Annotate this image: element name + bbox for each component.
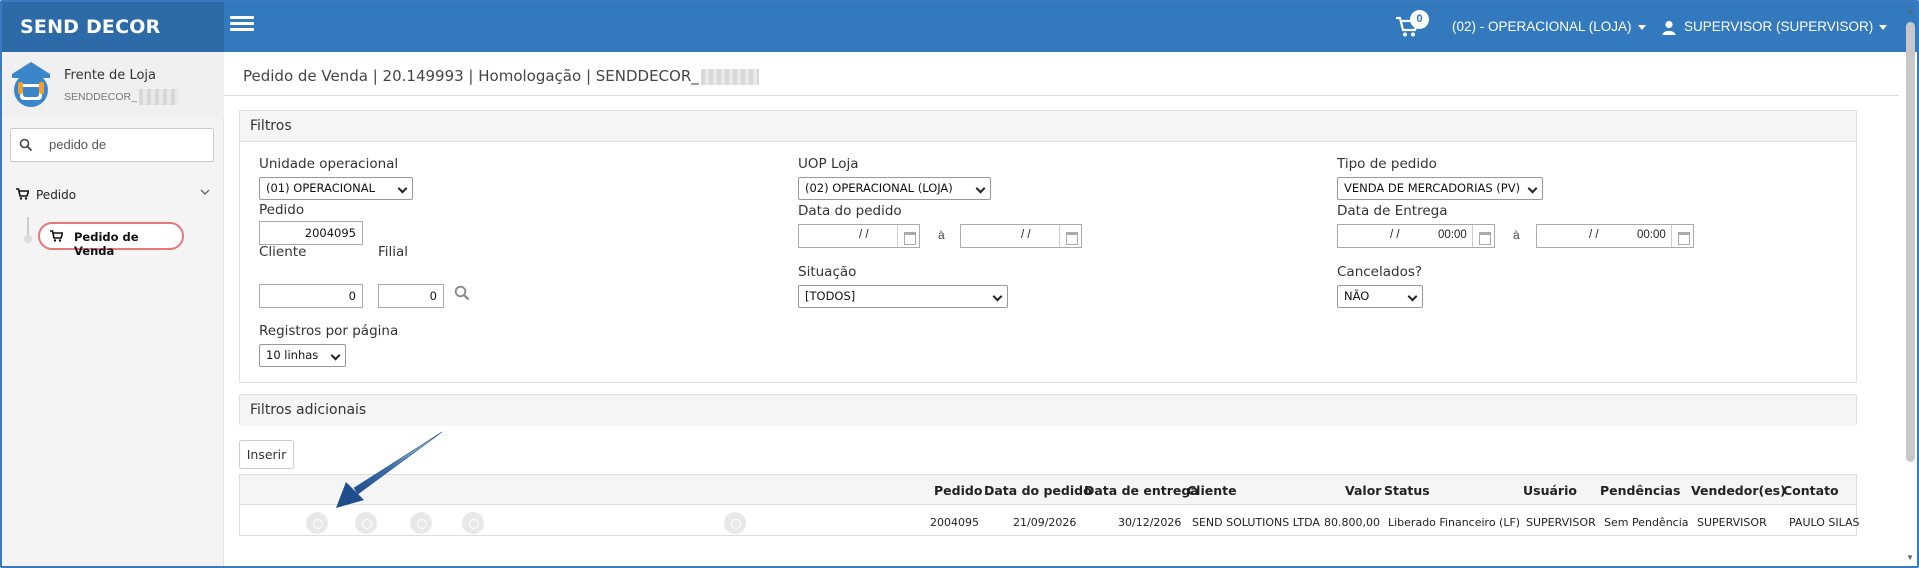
- history-icon[interactable]: [355, 512, 377, 534]
- list-icon[interactable]: [462, 512, 484, 534]
- scroll-down-icon[interactable]: ▼: [1906, 553, 1914, 562]
- menu-toggle-icon[interactable]: [230, 16, 254, 34]
- search-icon: [19, 138, 33, 152]
- caret-down-icon: [1879, 24, 1888, 30]
- view-icon[interactable]: [306, 512, 328, 534]
- app-frame: SEND DECOR 0 (02) - OPERACIONAL (LOJA) S…: [0, 0, 1919, 568]
- cancel-icon[interactable]: [724, 512, 746, 534]
- user-dropdown[interactable]: SUPERVISOR (SUPERVISOR): [1662, 2, 1888, 52]
- cell-status: Liberado Financeiro (LF): [1388, 516, 1521, 529]
- col-header[interactable]: Status: [1384, 483, 1430, 498]
- additional-filters-title: Filtros adicionais: [240, 395, 1856, 426]
- filters-panel: Filtros Unidade operacional (01) OPERACI…: [239, 110, 1857, 383]
- cell-contato: PAULO SILAS: [1789, 516, 1860, 529]
- cliente-label: Cliente: [259, 244, 307, 260]
- uop-loja-label: UOP Loja: [798, 156, 859, 172]
- cell-pedido: 2004095: [930, 516, 979, 529]
- store-profile: Frente de Loja SENDDECOR_: [2, 52, 224, 118]
- breadcrumb: Pedido de Venda | 20.149993 | Homologaçã…: [243, 67, 759, 85]
- col-header[interactable]: Pedido: [934, 483, 982, 498]
- cell-data-entrega: 30/12/2026: [1118, 516, 1182, 529]
- caret-down-icon: [1637, 24, 1646, 30]
- menu-search-box[interactable]: [10, 128, 214, 162]
- top-navbar: 0 (02) - OPERACIONAL (LOJA) SUPERVISOR (…: [224, 2, 1917, 52]
- cart-icon: [16, 188, 29, 200]
- search-icon[interactable]: [454, 285, 470, 301]
- data-entrega-fim[interactable]: / / 00:00: [1536, 224, 1694, 248]
- data-entrega-inicio[interactable]: / / 00:00: [1337, 224, 1495, 248]
- col-header[interactable]: Contato: [1783, 483, 1839, 498]
- tree-node-dot: [24, 235, 32, 243]
- cell-usuario: SUPERVISOR: [1526, 516, 1596, 529]
- page-scrollbar[interactable]: [1906, 22, 1915, 462]
- inserir-button[interactable]: Inserir: [239, 440, 294, 469]
- cancelados-select[interactable]: NÃO: [1337, 285, 1423, 308]
- col-header[interactable]: Data do pedido: [984, 483, 1092, 498]
- range-separator: à: [938, 228, 945, 242]
- calendar-icon[interactable]: [1059, 225, 1081, 247]
- sidebar-item-pedido-de-venda[interactable]: Pedido de Venda: [38, 222, 184, 258]
- annotation-arrow-icon: [336, 431, 443, 508]
- uop-label: (02) - OPERACIONAL (LOJA): [1452, 19, 1632, 34]
- data-pedido-label: Data do pedido: [798, 203, 902, 219]
- filial-input[interactable]: 0: [378, 284, 444, 308]
- cart-count-badge: 0: [1410, 10, 1429, 29]
- sidebar: Frente de Loja SENDDECOR_ Pedido Pedido …: [2, 52, 224, 566]
- calendar-icon[interactable]: [1671, 225, 1693, 247]
- range-separator: à: [1513, 228, 1520, 242]
- registros-label: Registros por página: [259, 323, 399, 339]
- store-avatar-icon: [12, 62, 50, 107]
- unidade-label: Unidade operacional: [259, 156, 399, 172]
- sidebar-group-label: Pedido: [36, 188, 77, 202]
- calendar-icon[interactable]: [897, 225, 919, 247]
- uop-loja-select[interactable]: (02) OPERACIONAL (LOJA): [798, 177, 991, 200]
- table-header: Pedido Data do pedido Data de entrega Cl…: [240, 475, 1856, 505]
- menu-icon[interactable]: [410, 512, 432, 534]
- cell-cliente: SEND SOLUTIONS LTDA: [1192, 516, 1320, 529]
- cart-icon: [50, 230, 63, 242]
- cancelados-label: Cancelados?: [1337, 264, 1423, 280]
- store-title: Frente de Loja: [64, 68, 156, 83]
- calendar-icon[interactable]: [1472, 225, 1494, 247]
- situacao-select[interactable]: [TODOS]: [798, 285, 1008, 308]
- data-pedido-inicio[interactable]: / /: [798, 224, 920, 248]
- divider: [224, 95, 1899, 96]
- col-header[interactable]: Vendedor(es): [1691, 483, 1786, 498]
- pedido-label: Pedido: [259, 202, 305, 218]
- additional-filters-panel[interactable]: Filtros adicionais: [239, 394, 1857, 426]
- filial-label: Filial: [378, 244, 409, 260]
- menu-search-input[interactable]: [49, 137, 199, 152]
- unidade-select[interactable]: (01) OPERACIONAL: [259, 177, 413, 200]
- cell-data-pedido: 21/09/2026: [1013, 516, 1077, 529]
- col-header[interactable]: Pendências: [1600, 483, 1680, 498]
- col-header[interactable]: Data de entrega: [1084, 483, 1199, 498]
- sidebar-item-label: Pedido de Venda: [74, 230, 139, 258]
- store-subtitle: SENDDECOR_: [64, 89, 179, 105]
- data-pedido-fim[interactable]: / /: [960, 224, 1082, 248]
- pedido-input[interactable]: 2004095: [259, 221, 363, 245]
- uop-dropdown[interactable]: (02) - OPERACIONAL (LOJA): [1452, 2, 1646, 52]
- chevron-down-icon[interactable]: [200, 188, 210, 196]
- col-header[interactable]: Cliente: [1187, 483, 1237, 498]
- registros-select[interactable]: 10 linhas: [259, 344, 346, 367]
- scroll-up-icon[interactable]: ▲: [1906, 6, 1914, 15]
- col-header[interactable]: Valor: [1345, 483, 1381, 498]
- cell-pendencias: Sem Pendência: [1604, 516, 1689, 529]
- data-entrega-label: Data de Entrega: [1337, 203, 1448, 219]
- brand-logo[interactable]: SEND DECOR: [2, 2, 224, 52]
- situacao-label: Situação: [798, 264, 857, 280]
- sidebar-group-pedido[interactable]: Pedido: [2, 180, 224, 210]
- tipo-pedido-label: Tipo de pedido: [1337, 156, 1437, 172]
- results-table: Pedido Data do pedido Data de entrega Cl…: [239, 474, 1860, 536]
- user-label: SUPERVISOR (SUPERVISOR): [1684, 19, 1874, 34]
- tipo-pedido-select[interactable]: VENDA DE MERCADORIAS (PV): [1337, 177, 1543, 200]
- filters-title: Filtros: [240, 111, 1856, 142]
- cell-vendedor: SUPERVISOR: [1697, 516, 1767, 529]
- user-icon: [1662, 20, 1676, 35]
- cliente-input[interactable]: 0: [259, 284, 363, 308]
- cell-valor: 80.800,00: [1324, 516, 1380, 529]
- col-header[interactable]: Usuário: [1523, 483, 1577, 498]
